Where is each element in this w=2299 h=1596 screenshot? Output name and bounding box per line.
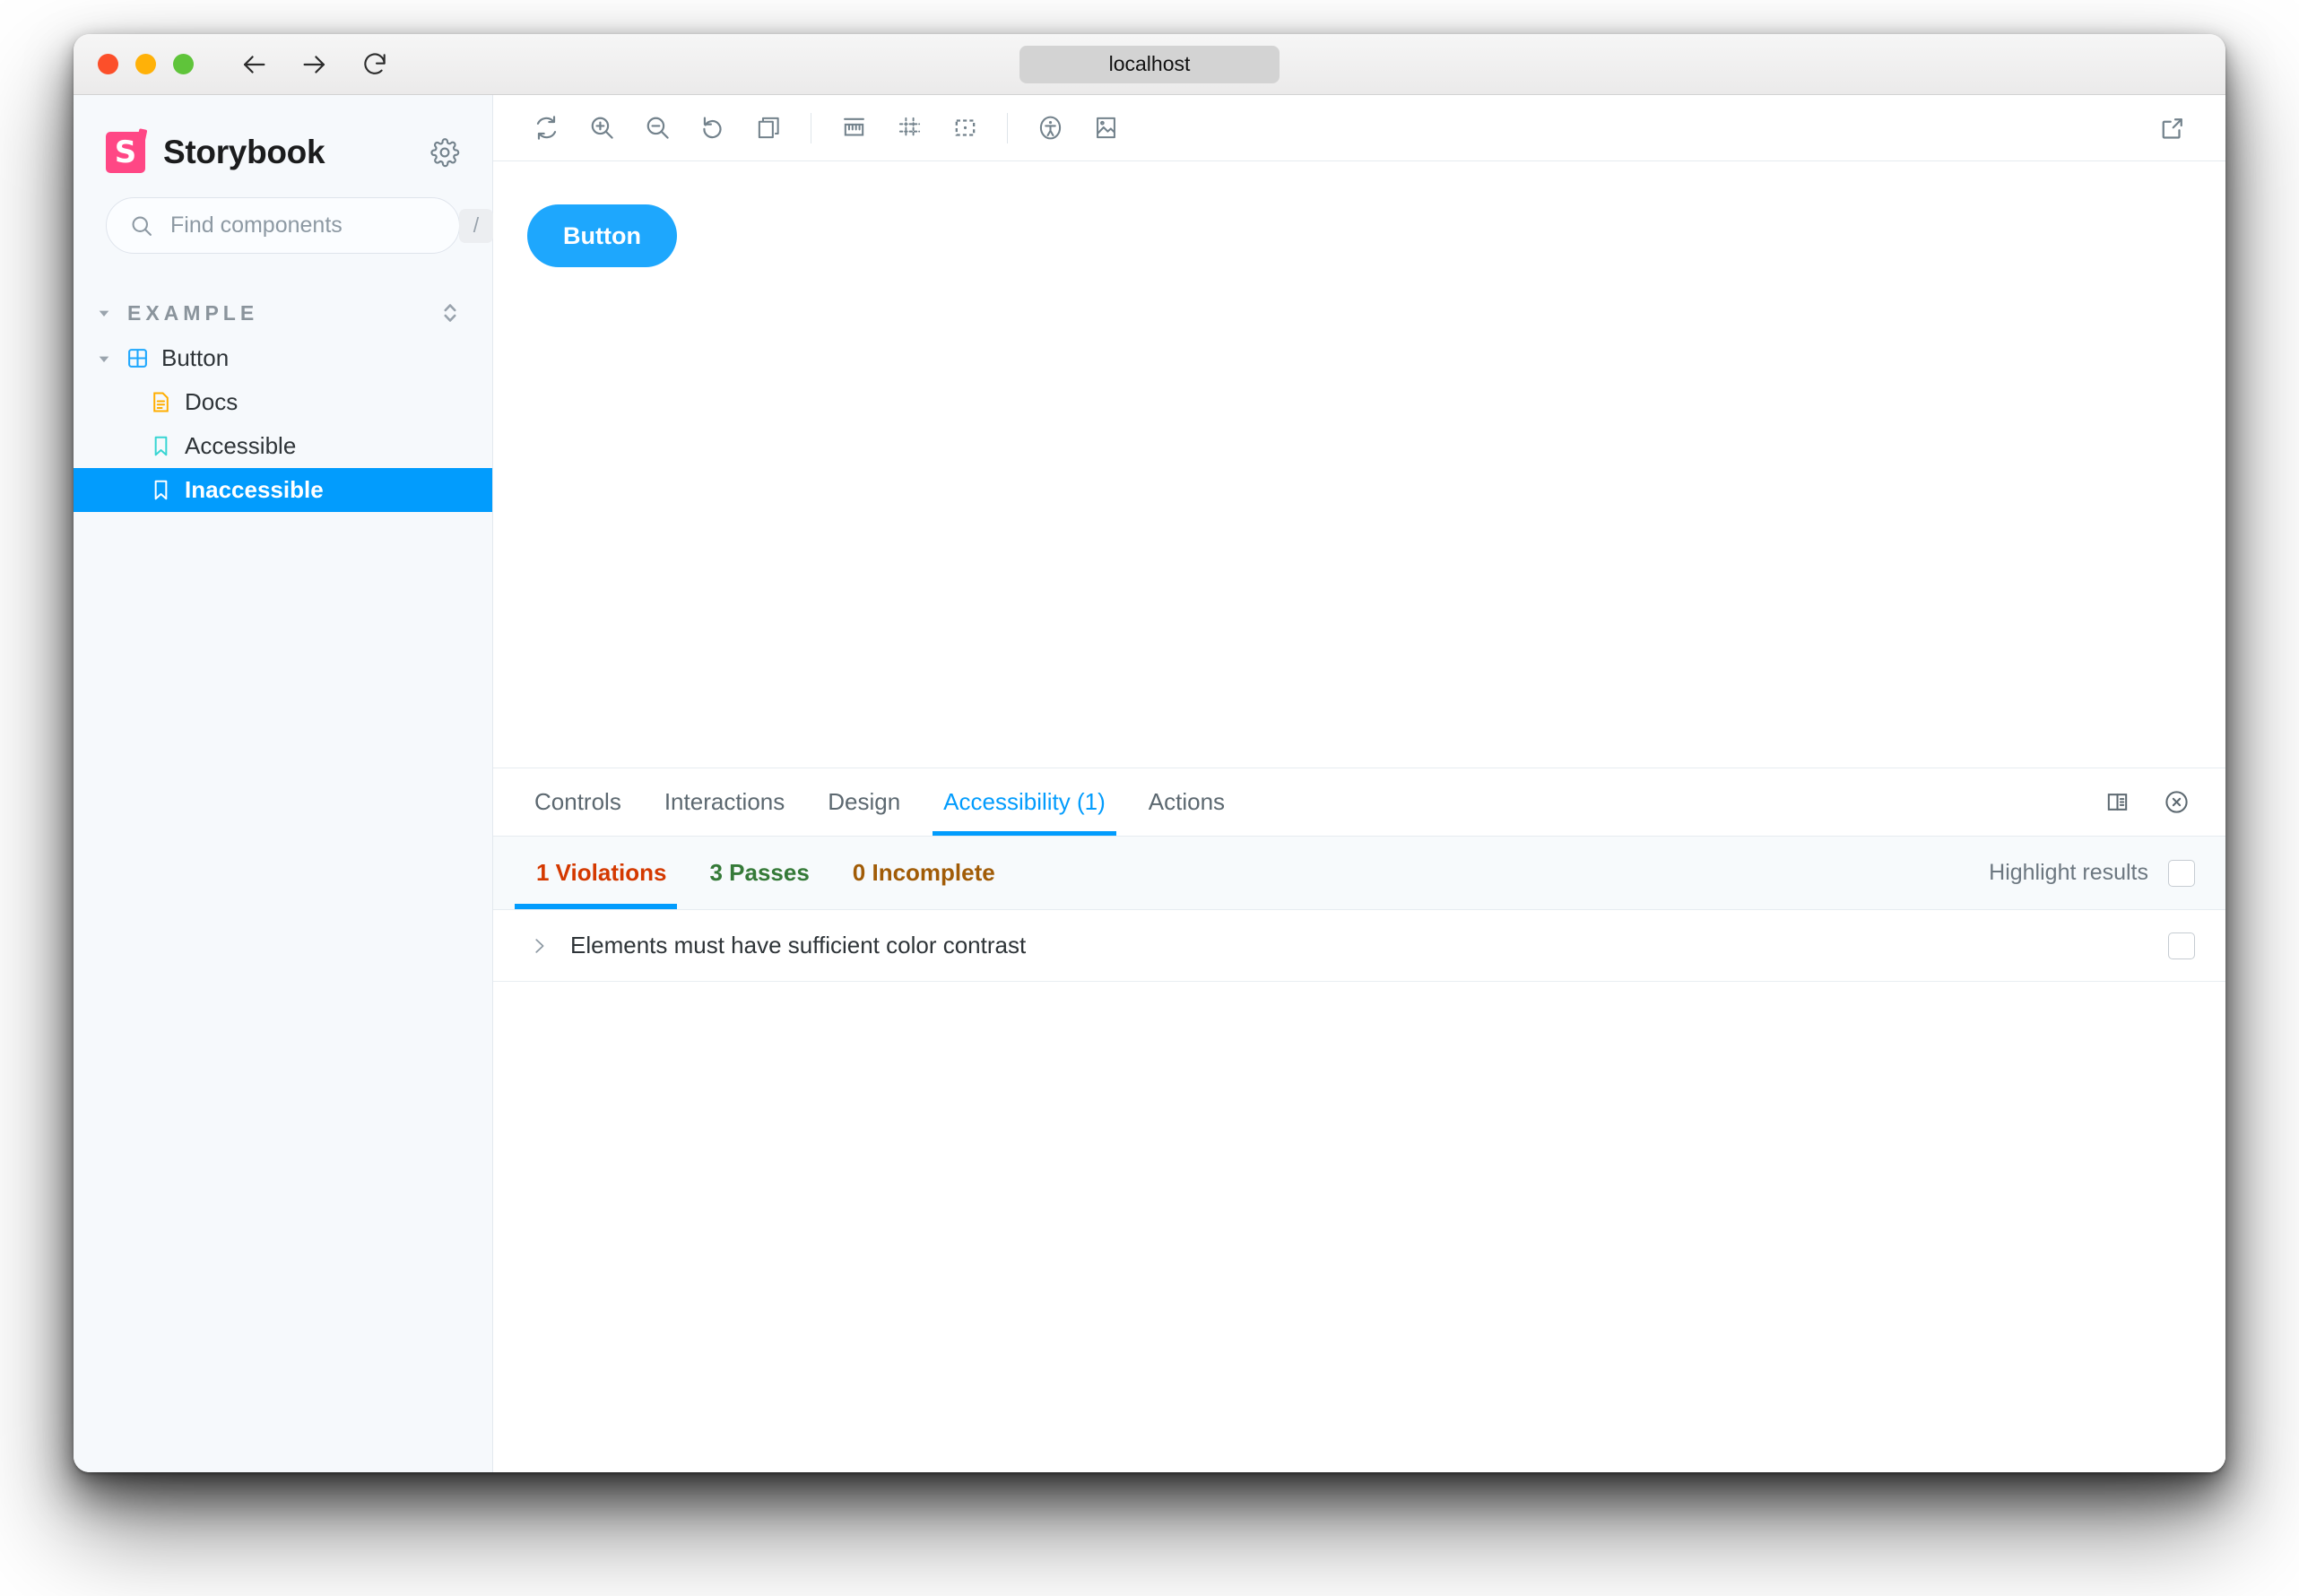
addon-panel-tools bbox=[2093, 768, 2225, 836]
zoom-out-icon[interactable] bbox=[629, 100, 685, 156]
storybook-logo-icon: S bbox=[106, 132, 145, 173]
main-content: Button Controls Interactions Design Acce… bbox=[493, 95, 2225, 1472]
reload-icon[interactable] bbox=[360, 50, 389, 79]
violation-row[interactable]: Elements must have sufficient color cont… bbox=[493, 910, 2225, 982]
search-container: / bbox=[74, 181, 492, 254]
subtab-passes[interactable]: 3 Passes bbox=[688, 837, 830, 909]
subtab-incomplete[interactable]: 0 Incomplete bbox=[831, 837, 1017, 909]
accessibility-icon[interactable] bbox=[1022, 100, 1078, 156]
grid-icon[interactable] bbox=[881, 100, 937, 156]
sidebar-item-label: Docs bbox=[185, 388, 238, 416]
measure-icon[interactable] bbox=[826, 100, 881, 156]
tab-accessibility[interactable]: Accessibility (1) bbox=[922, 768, 1127, 836]
sidebar-item-label: Inaccessible bbox=[185, 476, 324, 504]
subtab-violations[interactable]: 1 Violations bbox=[515, 837, 688, 909]
back-icon[interactable] bbox=[239, 49, 269, 80]
browser-nav-buttons bbox=[239, 49, 389, 80]
sidebar-item-inaccessible[interactable]: Inaccessible bbox=[74, 468, 492, 512]
bookmark-icon bbox=[145, 435, 176, 457]
chevron-down-icon[interactable] bbox=[97, 351, 122, 366]
tab-controls[interactable]: Controls bbox=[513, 768, 643, 836]
bookmark-icon bbox=[145, 479, 176, 501]
zoom-in-icon[interactable] bbox=[574, 100, 629, 156]
document-icon bbox=[145, 391, 176, 413]
violation-label: Elements must have sufficient color cont… bbox=[570, 932, 1026, 959]
gear-icon[interactable] bbox=[429, 137, 460, 168]
external-link-icon[interactable] bbox=[2145, 100, 2200, 156]
image-snapshot-icon[interactable] bbox=[1078, 100, 1133, 156]
url-bar[interactable]: localhost bbox=[1019, 46, 1280, 83]
sidebar-item-label: Accessible bbox=[185, 432, 296, 460]
addon-panel-tabs: Controls Interactions Design Accessibili… bbox=[493, 768, 2225, 837]
search-input[interactable] bbox=[170, 213, 459, 239]
maximize-window-button[interactable] bbox=[173, 54, 194, 74]
component-tree: EXAMPLE Button bbox=[74, 290, 492, 512]
tab-actions[interactable]: Actions bbox=[1127, 768, 1246, 836]
search-box[interactable]: / bbox=[106, 197, 460, 254]
sidebar-brand-label: Storybook bbox=[163, 134, 325, 171]
close-window-button[interactable] bbox=[98, 54, 118, 74]
story-preview-canvas: Button bbox=[493, 161, 2225, 768]
toolbar-separator bbox=[1007, 113, 1008, 143]
minimize-window-button[interactable] bbox=[135, 54, 156, 74]
forward-icon[interactable] bbox=[299, 49, 330, 80]
sidebar-item-accessible[interactable]: Accessible bbox=[74, 424, 492, 468]
url-text: localhost bbox=[1109, 52, 1191, 76]
search-icon bbox=[129, 213, 154, 239]
addon-panel: Controls Interactions Design Accessibili… bbox=[493, 768, 2225, 1472]
traffic-lights bbox=[98, 54, 194, 74]
backgrounds-icon[interactable] bbox=[741, 100, 796, 156]
search-shortcut-badge: / bbox=[459, 209, 493, 243]
tree-group-label: EXAMPLE bbox=[127, 301, 258, 325]
tab-interactions[interactable]: Interactions bbox=[643, 768, 806, 836]
violation-checkbox[interactable] bbox=[2168, 932, 2195, 959]
remount-icon[interactable] bbox=[518, 100, 574, 156]
accessibility-subtabs: 1 Violations 3 Passes 0 Incomplete Highl… bbox=[493, 837, 2225, 910]
browser-chrome: localhost bbox=[74, 34, 2225, 95]
zoom-reset-icon[interactable] bbox=[685, 100, 741, 156]
expand-collapse-icon[interactable] bbox=[440, 299, 460, 326]
tree-group-example[interactable]: EXAMPLE bbox=[74, 290, 492, 336]
tab-design[interactable]: Design bbox=[806, 768, 922, 836]
outline-icon[interactable] bbox=[937, 100, 993, 156]
sidebar: S Storybook / bbox=[74, 95, 493, 1472]
highlight-results-control: Highlight results bbox=[1989, 837, 2225, 909]
highlight-results-label: Highlight results bbox=[1989, 860, 2148, 886]
highlight-results-checkbox[interactable] bbox=[2168, 860, 2195, 887]
component-grid-icon bbox=[122, 347, 152, 369]
sidebar-item-label: Button bbox=[161, 344, 229, 372]
browser-window: localhost S Storybook / bbox=[74, 34, 2225, 1472]
close-panel-icon[interactable] bbox=[2152, 778, 2200, 827]
sidebar-brand[interactable]: S Storybook bbox=[74, 124, 492, 181]
story-button[interactable]: Button bbox=[527, 204, 677, 267]
chevron-down-icon[interactable] bbox=[97, 306, 122, 320]
panel-position-icon[interactable] bbox=[2093, 778, 2141, 827]
violation-list: Elements must have sufficient color cont… bbox=[493, 910, 2225, 1472]
sidebar-item-button[interactable]: Button bbox=[74, 336, 492, 380]
sidebar-item-docs[interactable]: Docs bbox=[74, 380, 492, 424]
preview-toolbar bbox=[493, 95, 2225, 161]
chevron-right-icon[interactable] bbox=[529, 936, 561, 956]
storybook-app: S Storybook / bbox=[74, 95, 2225, 1472]
